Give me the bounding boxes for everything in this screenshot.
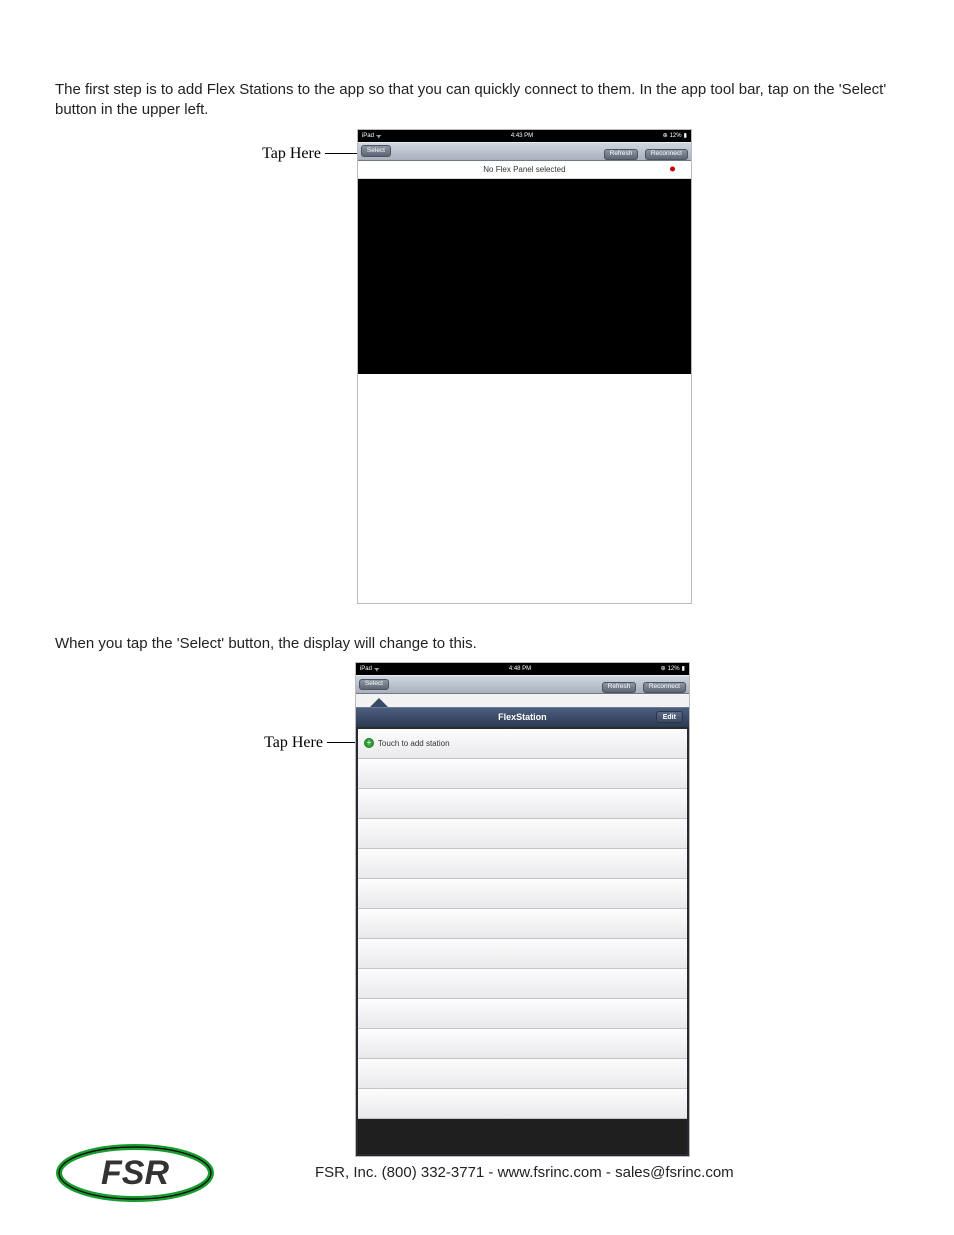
ipad-screenshot-1: iPad ᯤ 4:43 PM ⊕ 12% ▮ Select Refresh Re… [357,129,692,604]
popover-title: FlexStation [498,712,547,722]
paragraph-2: When you tap the 'Select' button, the di… [55,634,899,654]
callout-1-text: Tap Here [262,145,321,163]
popover-header: FlexStation Edit [356,707,689,727]
paragraph-1: The first step is to add Flex Stations t… [55,80,899,121]
status-right-2: ⊕ 12% ▮ [661,665,685,672]
refresh-button[interactable]: Refresh [604,149,639,161]
battery-pct-2: 12% [668,666,680,672]
figure-1-wrap: Tap Here iPad ᯤ 4:43 PM ⊕ 12% ▮ Select R… [55,129,899,604]
ipad-label: iPad [362,133,374,139]
add-station-row[interactable]: + Touch to add station [358,729,687,759]
status-bar-2: iPad ᯤ 4:48 PM ⊕ 12% ▮ [356,663,689,675]
status-time: 4:43 PM [511,133,533,139]
fsr-logo: FSR [55,1140,215,1205]
list-item [358,1089,687,1119]
battery-icon-2: ▮ [682,665,685,672]
lock-icon: ⊕ [663,132,668,139]
footer-text: FSR, Inc. (800) 332-3771 - www.fsrinc.co… [315,1164,734,1181]
panel-info-bar: No Flex Panel selected [358,161,691,179]
status-time-2: 4:48 PM [509,666,531,672]
edit-button[interactable]: Edit [656,711,683,723]
callout-1: Tap Here [262,145,357,163]
status-right: ⊕ 12% ▮ [663,132,687,139]
toolbar-2: Select Refresh Reconnect [356,675,689,694]
list-item [358,849,687,879]
page-footer: FSR FSR, Inc. (800) 332-3771 - www.fsrin… [55,1140,899,1205]
list-item [358,879,687,909]
list-item [358,1059,687,1089]
plus-icon: + [364,738,374,748]
toolbar: Select Refresh Reconnect [358,142,691,161]
video-area [358,179,691,374]
list-item [358,999,687,1029]
station-list: + Touch to add station [356,727,689,1156]
toolbar-right: Refresh Reconnect [604,142,688,160]
add-station-label: Touch to add station [378,739,450,748]
toolbar-right-2: Refresh Reconnect [602,675,686,693]
status-left-2: iPad ᯤ [360,665,380,673]
reconnect-button-2[interactable]: Reconnect [643,682,686,694]
logo-text: FSR [101,1154,169,1192]
ipad-label-2: iPad [360,666,372,672]
battery-pct: 12% [670,133,682,139]
content-area-blank [358,374,691,603]
list-item [358,759,687,789]
figure-2-wrap: Tap Here iPad ᯤ 4:48 PM ⊕ 12% ▮ Select R… [55,662,899,1157]
figure-2: Tap Here iPad ᯤ 4:48 PM ⊕ 12% ▮ Select R… [264,662,690,1157]
list-item [358,789,687,819]
select-button[interactable]: Select [361,145,391,157]
popover-arrow-icon [370,698,388,707]
list-item [358,1029,687,1059]
status-bar: iPad ᯤ 4:43 PM ⊕ 12% ▮ [358,130,691,142]
callout-2-text: Tap Here [264,734,323,752]
callout-2: Tap Here [264,734,355,752]
list-item [358,969,687,999]
status-dot-icon [670,167,675,172]
list-item [358,909,687,939]
callout-2-line [327,742,355,743]
refresh-button-2[interactable]: Refresh [602,682,637,694]
select-button-2[interactable]: Select [359,679,389,691]
battery-icon: ▮ [684,132,687,139]
reconnect-button[interactable]: Reconnect [645,149,688,161]
list-item [358,939,687,969]
figure-1: Tap Here iPad ᯤ 4:43 PM ⊕ 12% ▮ Select R… [262,129,692,604]
list-item [358,819,687,849]
lock-icon-2: ⊕ [661,665,666,672]
callout-1-line [325,153,357,154]
panel-message: No Flex Panel selected [483,165,565,174]
ipad-screenshot-2: iPad ᯤ 4:48 PM ⊕ 12% ▮ Select Refresh Re… [355,662,690,1157]
wifi-icon: ᯤ [376,132,381,140]
wifi-icon-2: ᯤ [374,665,379,673]
status-left: iPad ᯤ [362,132,382,140]
